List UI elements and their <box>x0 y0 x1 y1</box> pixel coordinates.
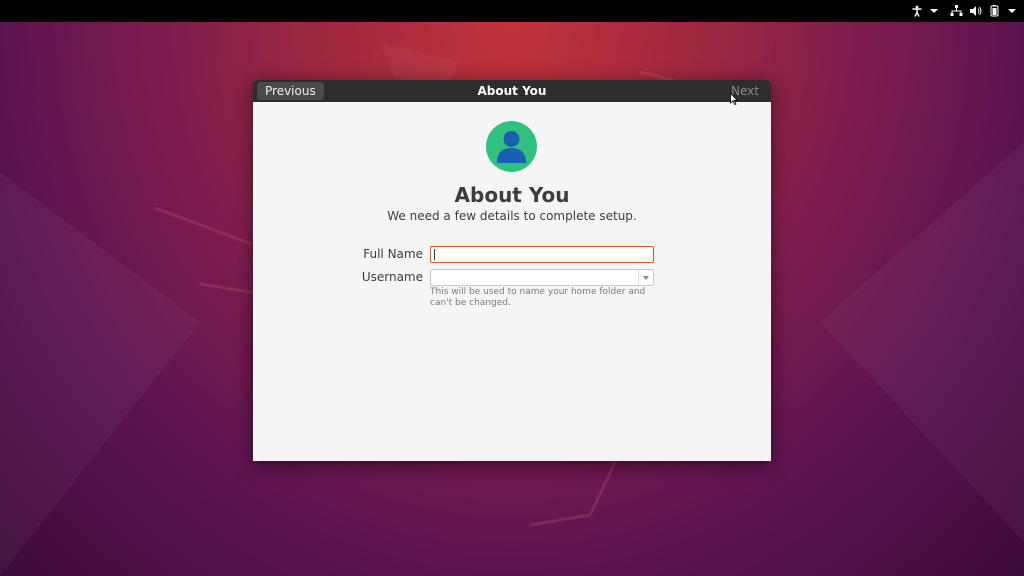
chevron-down-icon[interactable] <box>929 7 939 15</box>
user-avatar-icon <box>486 121 537 172</box>
battery-icon <box>988 5 1001 17</box>
full-name-label: Full Name <box>363 247 423 261</box>
text-caret <box>434 249 435 260</box>
username-hint: This will be used to name your home fold… <box>430 287 646 308</box>
volume-icon <box>969 5 982 17</box>
top-bar <box>0 0 1024 22</box>
system-tray <box>905 0 939 22</box>
chevron-down-icon <box>1007 7 1017 15</box>
page-subheading: We need a few details to complete setup. <box>387 209 637 223</box>
setup-window: Previous About You Next About You We nee… <box>253 80 771 461</box>
username-label: Username <box>361 270 423 284</box>
full-name-field[interactable] <box>430 246 654 263</box>
window-title: About You <box>477 84 547 98</box>
chevron-down-icon[interactable] <box>638 270 653 285</box>
page-heading: About You <box>454 183 570 207</box>
header-bar: Previous About You Next <box>253 80 771 102</box>
mouse-pointer-icon <box>730 93 738 105</box>
status-menu[interactable] <box>944 0 1017 22</box>
accessibility-icon[interactable] <box>911 5 923 17</box>
username-combobox[interactable] <box>430 269 654 286</box>
network-icon <box>950 5 963 17</box>
